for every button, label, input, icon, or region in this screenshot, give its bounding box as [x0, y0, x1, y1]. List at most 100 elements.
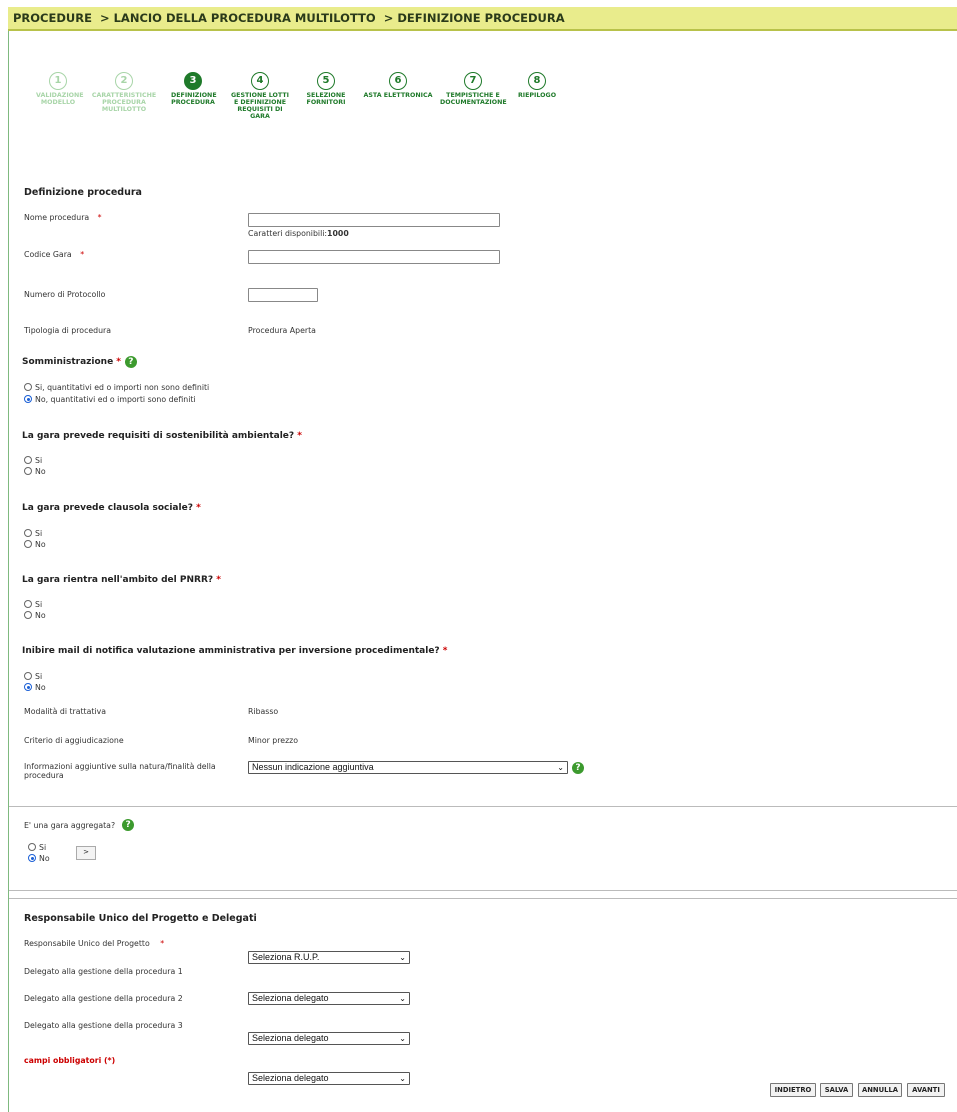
radio-button[interactable]: [24, 456, 32, 464]
codice-gara-label: Codice Gara *: [24, 250, 84, 259]
step-number: 2: [115, 72, 133, 90]
required-mark: *: [160, 939, 165, 948]
tipologia-procedura-label: Tipologia di procedura: [24, 326, 112, 335]
radio-label: No: [35, 539, 46, 549]
radio-label: Si: [39, 842, 47, 852]
option-si[interactable]: Si: [24, 671, 46, 681]
radio-button[interactable]: [24, 383, 32, 391]
radio-button-selected[interactable]: [24, 395, 32, 403]
required-mark: *: [297, 431, 302, 441]
required-mark: *: [216, 575, 221, 585]
question-text: Inibire mail di notifica valutazione amm…: [22, 646, 440, 656]
question-inibire-mail: Inibire mail di notifica valutazione amm…: [22, 646, 448, 656]
delegato-2-select[interactable]: Seleziona delegato ⌄: [248, 1032, 410, 1045]
step-2[interactable]: 2 CARATTERISTICHE PROCEDURA MULTILOTTO: [84, 72, 164, 113]
radio-button[interactable]: [24, 672, 32, 680]
step-number: 7: [464, 72, 482, 90]
option-no[interactable]: No: [24, 610, 46, 620]
caratteri-value: 1000: [327, 229, 349, 238]
aggregata-options: Si No: [28, 842, 50, 863]
step-number: 3: [184, 72, 202, 90]
option-si[interactable]: Si: [24, 599, 46, 609]
question-pnrr: La gara rientra nell'ambito del PNRR? *: [22, 575, 221, 585]
clausola-options: Si No: [24, 528, 46, 549]
radio-label: Si: [35, 599, 43, 609]
modalita-trattativa-value: Ribasso: [248, 707, 279, 716]
nome-procedura-input[interactable]: [248, 213, 500, 227]
codice-gara-label-text: Codice Gara: [24, 250, 72, 259]
divider: [9, 898, 957, 899]
question-text: La gara prevede requisiti di sostenibili…: [22, 431, 295, 441]
nome-procedura-label-text: Nome procedura: [24, 213, 90, 222]
aggregata-go-button[interactable]: >: [76, 846, 96, 860]
radio-button-selected[interactable]: [24, 683, 32, 691]
help-icon[interactable]: ?: [572, 762, 584, 774]
radio-button[interactable]: [28, 843, 36, 851]
radio-button[interactable]: [24, 600, 32, 608]
option-si[interactable]: Si: [28, 842, 50, 852]
option-no[interactable]: No: [28, 853, 50, 863]
rup-select[interactable]: Seleziona R.U.P. ⌄: [248, 951, 410, 964]
question-text: La gara prevede clausola sociale?: [22, 503, 193, 513]
help-icon[interactable]: ?: [122, 819, 135, 831]
chevron-down-icon: ⌄: [399, 994, 406, 1003]
section-title-rup: Responsabile Unico del Progetto e Delega…: [24, 913, 257, 924]
option-no[interactable]: No: [24, 466, 46, 476]
breadcrumb-item-procedure[interactable]: PROCEDURE: [13, 11, 92, 25]
step-5[interactable]: 5 SELEZIONE FORNITORI: [286, 72, 366, 106]
caratteri-disponibili: Caratteri disponibili:1000: [248, 229, 349, 238]
radio-button[interactable]: [24, 529, 32, 537]
numero-protocollo-input[interactable]: [248, 288, 318, 302]
somministrazione-title: Somministrazione * ?: [22, 356, 137, 368]
radio-label: No: [35, 682, 46, 692]
divider: [9, 890, 957, 891]
avanti-button[interactable]: AVANTI: [907, 1083, 945, 1097]
indietro-button[interactable]: INDIETRO: [770, 1083, 816, 1097]
rup-label-text: Responsabile Unico del Progetto: [24, 939, 150, 948]
radio-label: Si: [35, 671, 43, 681]
somministrazione-options: Si, quantitativi ed o importi non sono d…: [24, 382, 209, 404]
required-mark: *: [97, 213, 102, 222]
delegato-1-select[interactable]: Seleziona delegato ⌄: [248, 992, 410, 1005]
chevron-down-icon: ⌄: [399, 1074, 406, 1083]
somministrazione-option-no[interactable]: No, quantitativi ed o importi sono defin…: [24, 394, 209, 404]
delegato-3-select[interactable]: Seleziona delegato ⌄: [248, 1072, 410, 1085]
radio-label: No: [39, 853, 50, 863]
option-si[interactable]: Si: [24, 528, 46, 538]
nome-procedura-label: Nome procedura *: [24, 213, 102, 222]
step-label: ASTA ELETTRONICA: [363, 92, 433, 99]
step-8[interactable]: 8 RIEPILOGO: [497, 72, 577, 99]
radio-button[interactable]: [24, 540, 32, 548]
divider: [9, 806, 957, 807]
breadcrumb-item-definizione: > DEFINIZIONE PROCEDURA: [383, 11, 565, 25]
option-si[interactable]: Si: [24, 455, 46, 465]
radio-button[interactable]: [24, 467, 32, 475]
radio-button[interactable]: [24, 611, 32, 619]
step-6[interactable]: 6 ASTA ELETTRONICA: [358, 72, 438, 99]
question-text: La gara rientra nell'ambito del PNRR?: [22, 575, 214, 585]
select-value: Seleziona R.U.P.: [252, 952, 320, 962]
step-number: 6: [389, 72, 407, 90]
informazioni-aggiuntive-select[interactable]: Nessun indicazione aggiuntiva ⌄: [248, 761, 568, 774]
somministrazione-option-si[interactable]: Si, quantitativi ed o importi non sono d…: [24, 382, 209, 392]
codice-gara-input[interactable]: [248, 250, 500, 264]
delegato-3-label: Delegato alla gestione della procedura 3: [24, 1021, 183, 1030]
radio-label: Si, quantitativi ed o importi non sono d…: [35, 382, 210, 392]
option-no[interactable]: No: [24, 682, 46, 692]
campi-obbligatori-note: campi obbligatori (*): [24, 1056, 116, 1065]
radio-label: No: [35, 466, 46, 476]
salva-button[interactable]: SALVA: [820, 1083, 853, 1097]
tipologia-procedura-value: Procedura Aperta: [248, 326, 316, 335]
radio-label: No: [35, 610, 46, 620]
breadcrumb-item-lancio[interactable]: > LANCIO DELLA PROCEDURA MULTILOTTO: [100, 11, 376, 25]
criterio-aggiudicazione-label: Criterio di aggiudicazione: [24, 736, 124, 745]
step-number: 1: [49, 72, 67, 90]
option-no[interactable]: No: [24, 539, 46, 549]
help-icon[interactable]: ?: [124, 356, 137, 368]
radio-label: No, quantitativi ed o importi sono defin…: [35, 394, 196, 404]
select-value: Seleziona delegato: [252, 1073, 329, 1083]
annulla-button[interactable]: ANNULLA: [858, 1083, 902, 1097]
question-clausola-sociale: La gara prevede clausola sociale? *: [22, 503, 201, 513]
radio-button-selected[interactable]: [28, 854, 36, 862]
numero-protocollo-label: Numero di Protocollo: [24, 290, 106, 299]
